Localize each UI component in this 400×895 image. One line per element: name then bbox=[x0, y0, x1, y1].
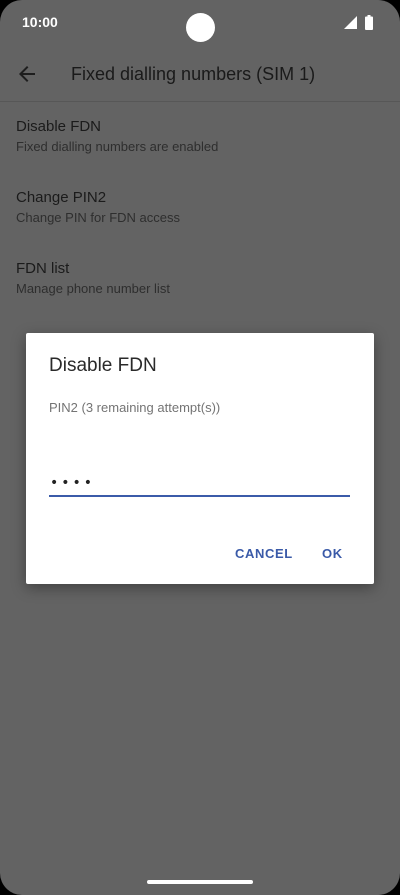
gesture-nav-handle[interactable] bbox=[147, 880, 253, 884]
disable-fdn-dialog: Disable FDN PIN2 (3 remaining attempt(s)… bbox=[26, 333, 374, 584]
signal-icon bbox=[344, 16, 357, 29]
page-title: Fixed dialling numbers (SIM 1) bbox=[71, 64, 316, 84]
pref-title: Change PIN2 bbox=[16, 189, 107, 206]
phone-screen: 10:00 Fixed dialling numbers (SIM 1) Dis… bbox=[0, 0, 400, 895]
dialog-title: Disable FDN bbox=[49, 355, 157, 376]
ok-button[interactable]: OK bbox=[322, 546, 343, 561]
pref-title: Disable FDN bbox=[16, 118, 102, 135]
pref-title: FDN list bbox=[16, 260, 70, 277]
dialog-message: PIN2 (3 remaining attempt(s)) bbox=[49, 400, 221, 415]
pin2-input[interactable] bbox=[49, 473, 350, 497]
status-bar: 10:00 bbox=[0, 0, 400, 46]
pref-subtitle: Manage phone number list bbox=[16, 281, 170, 296]
front-camera-cutout bbox=[186, 13, 215, 42]
battery-icon bbox=[365, 15, 373, 30]
pref-fdn-list[interactable]: FDN list Manage phone number list bbox=[16, 260, 386, 296]
pref-subtitle: Fixed dialling numbers are enabled bbox=[16, 139, 219, 154]
status-time: 10:00 bbox=[22, 14, 58, 30]
app-bar-divider bbox=[0, 101, 400, 102]
pref-change-pin2[interactable]: Change PIN2 Change PIN for FDN access bbox=[16, 189, 386, 225]
back-arrow-icon[interactable] bbox=[15, 62, 39, 86]
app-bar: Fixed dialling numbers (SIM 1) bbox=[0, 46, 400, 102]
cancel-button[interactable]: CANCEL bbox=[235, 546, 293, 561]
pref-subtitle: Change PIN for FDN access bbox=[16, 210, 181, 225]
pref-disable-fdn[interactable]: Disable FDN Fixed dialling numbers are e… bbox=[16, 118, 386, 154]
